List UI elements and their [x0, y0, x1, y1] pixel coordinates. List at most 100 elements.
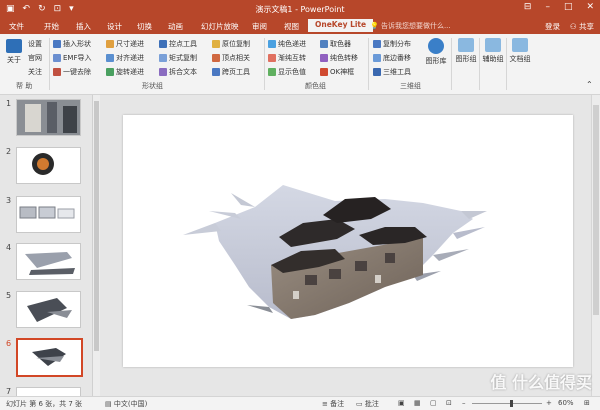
page-icon — [212, 68, 220, 76]
document-group-button[interactable]: 文档组 — [509, 38, 531, 64]
3d-tools-button[interactable]: 三维工具 — [373, 67, 411, 77]
notes-button[interactable]: ≡ 备注 — [322, 399, 344, 409]
tab-slideshow[interactable]: 幻灯片放映 — [201, 21, 239, 32]
eyedropper-icon — [320, 40, 328, 48]
insert-shape-button[interactable]: 插入形状 — [53, 39, 91, 49]
rotate-progression-button[interactable]: 旋转递进 — [106, 67, 144, 77]
slide-count-status: 幻灯片 第 6 张，共 7 张 — [6, 400, 83, 408]
show-color-value-button[interactable]: 显示色值 — [268, 67, 306, 77]
slide-sorter-icon[interactable]: ▦ — [414, 399, 421, 407]
eyedropper-button[interactable]: 取色器 — [320, 39, 351, 49]
login-link[interactable]: 登录 — [545, 21, 560, 32]
close-icon[interactable]: ✕ — [586, 2, 594, 12]
copy-distribute-button[interactable]: 复制分布 — [373, 39, 411, 49]
emf-import-button[interactable]: EMF导入 — [53, 53, 92, 63]
group-divider — [479, 38, 480, 90]
zoom-out-button[interactable]: – — [462, 399, 466, 407]
group-divider — [264, 38, 265, 90]
ok-frame-button[interactable]: OK神框 — [320, 67, 354, 77]
split-text-button[interactable]: 拆合文本 — [159, 67, 197, 77]
slide-thumbnail-3[interactable] — [16, 196, 81, 233]
gradient-toggle-button[interactable]: 渐纯互转 — [268, 53, 306, 63]
thumbnail-scrollbar[interactable] — [92, 95, 100, 396]
transfer-icon — [320, 54, 328, 62]
slide-thumbnail-panel: 1 2 3 4 5 6 7 — [0, 95, 92, 396]
size-progression-button[interactable]: 尺寸递进 — [106, 39, 144, 49]
palette-icon — [268, 68, 276, 76]
minimize-icon[interactable]: – — [545, 2, 550, 12]
window-controls: ⊟ – □ ✕ — [524, 2, 594, 12]
vertex-button[interactable]: 顶点相关 — [212, 53, 250, 63]
in-place-copy-button[interactable]: 原位复制 — [212, 39, 250, 49]
tab-view[interactable]: 视图 — [284, 21, 299, 32]
maximize-icon[interactable]: □ — [564, 2, 573, 12]
tab-transitions[interactable]: 切换 — [137, 21, 152, 32]
slide-thumbnail-2[interactable] — [16, 147, 81, 184]
auxiliary-group-button[interactable]: 辅助组 — [482, 38, 504, 64]
slide-editor-canvas — [100, 95, 592, 396]
share-button[interactable]: ⚇ 共享 — [570, 21, 594, 32]
slide-thumbnail-5[interactable] — [16, 291, 81, 328]
zoom-in-button[interactable]: + — [546, 399, 552, 407]
handle-icon — [159, 40, 167, 48]
language-status[interactable]: ▤ 中文(中国) — [105, 399, 147, 409]
solid-progression-button[interactable]: 纯色递进 — [268, 39, 306, 49]
thumb-image-ink-landscape — [17, 100, 80, 135]
group-divider — [368, 38, 369, 90]
align-icon — [106, 54, 114, 62]
hexagon-icon — [428, 38, 444, 54]
zoom-level[interactable]: 60% — [558, 399, 574, 407]
watermark: 值 什么值得买 — [490, 373, 592, 392]
shape-library-button[interactable]: 图形库 — [423, 38, 449, 66]
scrollbar-thumb[interactable] — [94, 101, 99, 351]
normal-view-icon[interactable]: ▣ — [398, 399, 405, 407]
handle-tool-button[interactable]: 控点工具 — [159, 39, 197, 49]
person-icon: ⚇ — [569, 22, 577, 31]
bottom-shift-button[interactable]: 底边番移 — [373, 53, 411, 63]
slide-number: 5 — [6, 291, 12, 300]
solid-transfer-button[interactable]: 纯色转移 — [320, 53, 358, 63]
tab-review[interactable]: 审阅 — [252, 21, 267, 32]
zoom-slider[interactable] — [472, 403, 542, 404]
slide-thumbnail-4[interactable] — [16, 243, 81, 280]
ink-brush-architecture-image[interactable] — [123, 115, 573, 367]
graphics-group-button[interactable]: 图形组 — [455, 38, 477, 64]
matrix-copy-button[interactable]: 矩式复制 — [159, 53, 197, 63]
slide-thumbnail-7[interactable] — [16, 387, 81, 396]
tab-design[interactable]: 设计 — [107, 21, 122, 32]
ribbon-tabs: 文件 开始 插入 设计 切换 动画 幻灯片放映 审阅 视图 OneKey Lit… — [0, 18, 600, 34]
spellcheck-icon: ▤ — [105, 400, 112, 408]
tab-insert[interactable]: 插入 — [76, 21, 91, 32]
tell-me-search[interactable]: 💡 告诉我您想要做什么... — [370, 21, 451, 31]
slide-thumbnail-1[interactable] — [16, 99, 81, 136]
cross-page-button[interactable]: 跨页工具 — [212, 67, 250, 77]
comments-button[interactable]: ▭ 批注 — [356, 399, 379, 409]
ribbon-display-icon[interactable]: ⊟ — [524, 2, 532, 12]
website-button[interactable]: 官网 — [28, 53, 42, 63]
canvas-scrollbar[interactable] — [591, 95, 600, 396]
slideshow-view-icon[interactable]: ⊡ — [446, 399, 452, 407]
tab-home[interactable]: 开始 — [44, 21, 59, 32]
reading-view-icon[interactable]: ▢ — [430, 399, 437, 407]
tab-animations[interactable]: 动画 — [168, 21, 183, 32]
remove-button[interactable]: 一键去除 — [53, 67, 91, 77]
auxiliary-icon — [485, 38, 501, 52]
group-label-help: 帮 助 — [16, 82, 33, 90]
tab-onekey-lite[interactable]: OneKey Lite — [308, 19, 374, 32]
settings-button[interactable]: 设置 — [28, 39, 42, 49]
group-label-color: 颜色组 — [305, 82, 326, 90]
collapse-ribbon-icon[interactable]: ⌃ — [586, 80, 593, 89]
color-icon — [268, 40, 276, 48]
thumb-image-circle — [32, 153, 54, 175]
slide-6-canvas[interactable] — [123, 115, 573, 367]
scrollbar-thumb[interactable] — [593, 105, 599, 315]
align-progression-button[interactable]: 对齐递进 — [106, 53, 144, 63]
about-button[interactable]: 关于 — [4, 39, 24, 65]
fit-to-window-icon[interactable]: ⊞ — [584, 399, 590, 407]
slide-thumbnail-6[interactable] — [16, 338, 83, 377]
follow-button[interactable]: 关注 — [28, 67, 42, 77]
zoom-slider-thumb[interactable] — [510, 400, 513, 407]
tab-file[interactable]: 文件 — [9, 21, 24, 32]
title-bar: ▣ ↶ ↻ ⊡ ▾ 演示文稿1 - PowerPoint ⊟ – □ ✕ — [0, 0, 600, 18]
lightbulb-icon: 💡 — [370, 22, 379, 30]
